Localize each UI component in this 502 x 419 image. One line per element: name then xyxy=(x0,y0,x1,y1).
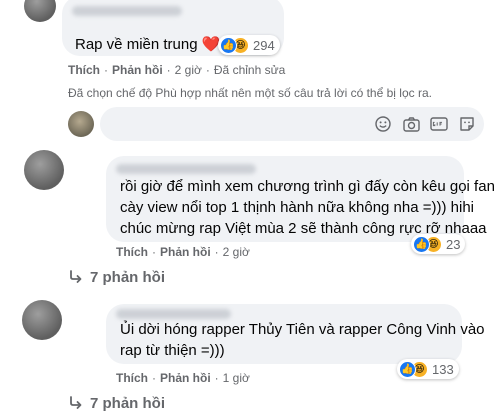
reply-button[interactable]: Phản hồi xyxy=(160,371,211,385)
commenter-name[interactable] xyxy=(72,6,182,16)
avatar[interactable] xyxy=(22,300,62,340)
avatar[interactable] xyxy=(24,0,56,22)
sticker-icon[interactable] xyxy=(458,115,476,133)
reaction-count: 294 xyxy=(253,37,275,53)
filter-note: Đã chọn chế độ Phù hợp nhất nên một số c… xyxy=(68,86,432,100)
comment-actions: Thích · Phản hồi · 1 giờ xyxy=(116,371,250,385)
reaction-summary[interactable]: 👍 😆 133 xyxy=(397,359,459,379)
gif-icon[interactable] xyxy=(430,115,448,133)
edited-label: Đã chỉnh sửa xyxy=(213,63,286,77)
replies-count: 7 phản hồi xyxy=(90,269,165,286)
comment-time[interactable]: 2 giờ xyxy=(175,63,202,77)
reply-button[interactable]: Phản hồi xyxy=(112,63,163,77)
current-user-avatar[interactable] xyxy=(68,111,94,137)
view-replies-link[interactable]: 7 phản hồi xyxy=(68,269,188,289)
view-replies-link[interactable]: 7 phản hồi xyxy=(68,395,188,415)
comment-actions: Thích · Phản hồi · 2 giờ · Đã chỉnh sửa xyxy=(68,63,286,77)
like-icon: 👍 xyxy=(220,36,237,54)
reply-input[interactable] xyxy=(100,107,484,141)
like-icon: 👍 xyxy=(413,235,430,253)
comment-text: Rap về miền trung ❤️ xyxy=(75,36,221,53)
reply-arrow-icon xyxy=(68,395,84,415)
reaction-summary[interactable]: 👍 😆 294 xyxy=(218,35,280,55)
reply-arrow-icon xyxy=(68,269,84,289)
camera-icon[interactable] xyxy=(402,115,420,133)
like-button[interactable]: Thích xyxy=(116,371,148,385)
reply-button[interactable]: Phản hồi xyxy=(160,245,211,259)
reaction-count: 23 xyxy=(446,236,461,252)
comment-time[interactable]: 2 giờ xyxy=(223,245,250,259)
like-button[interactable]: Thích xyxy=(68,63,100,77)
avatar[interactable] xyxy=(24,150,64,190)
comment-time[interactable]: 1 giờ xyxy=(223,371,250,385)
reaction-summary[interactable]: 👍 😆 23 xyxy=(411,234,466,254)
comment-text: rồi giờ để mình xem chương trình gì đấy … xyxy=(120,178,495,237)
commenter-name[interactable] xyxy=(116,164,256,174)
commenter-name[interactable] xyxy=(116,309,231,319)
replies-count: 7 phản hồi xyxy=(90,395,165,412)
like-button[interactable]: Thích xyxy=(116,245,148,259)
smiley-icon[interactable] xyxy=(374,115,392,133)
like-icon: 👍 xyxy=(399,360,416,378)
reaction-count: 133 xyxy=(432,361,454,377)
comment-text: Ủi dời hóng rapper Thủy Tiên và rapper C… xyxy=(120,321,485,359)
comment-actions: Thích · Phản hồi · 2 giờ xyxy=(116,245,250,259)
